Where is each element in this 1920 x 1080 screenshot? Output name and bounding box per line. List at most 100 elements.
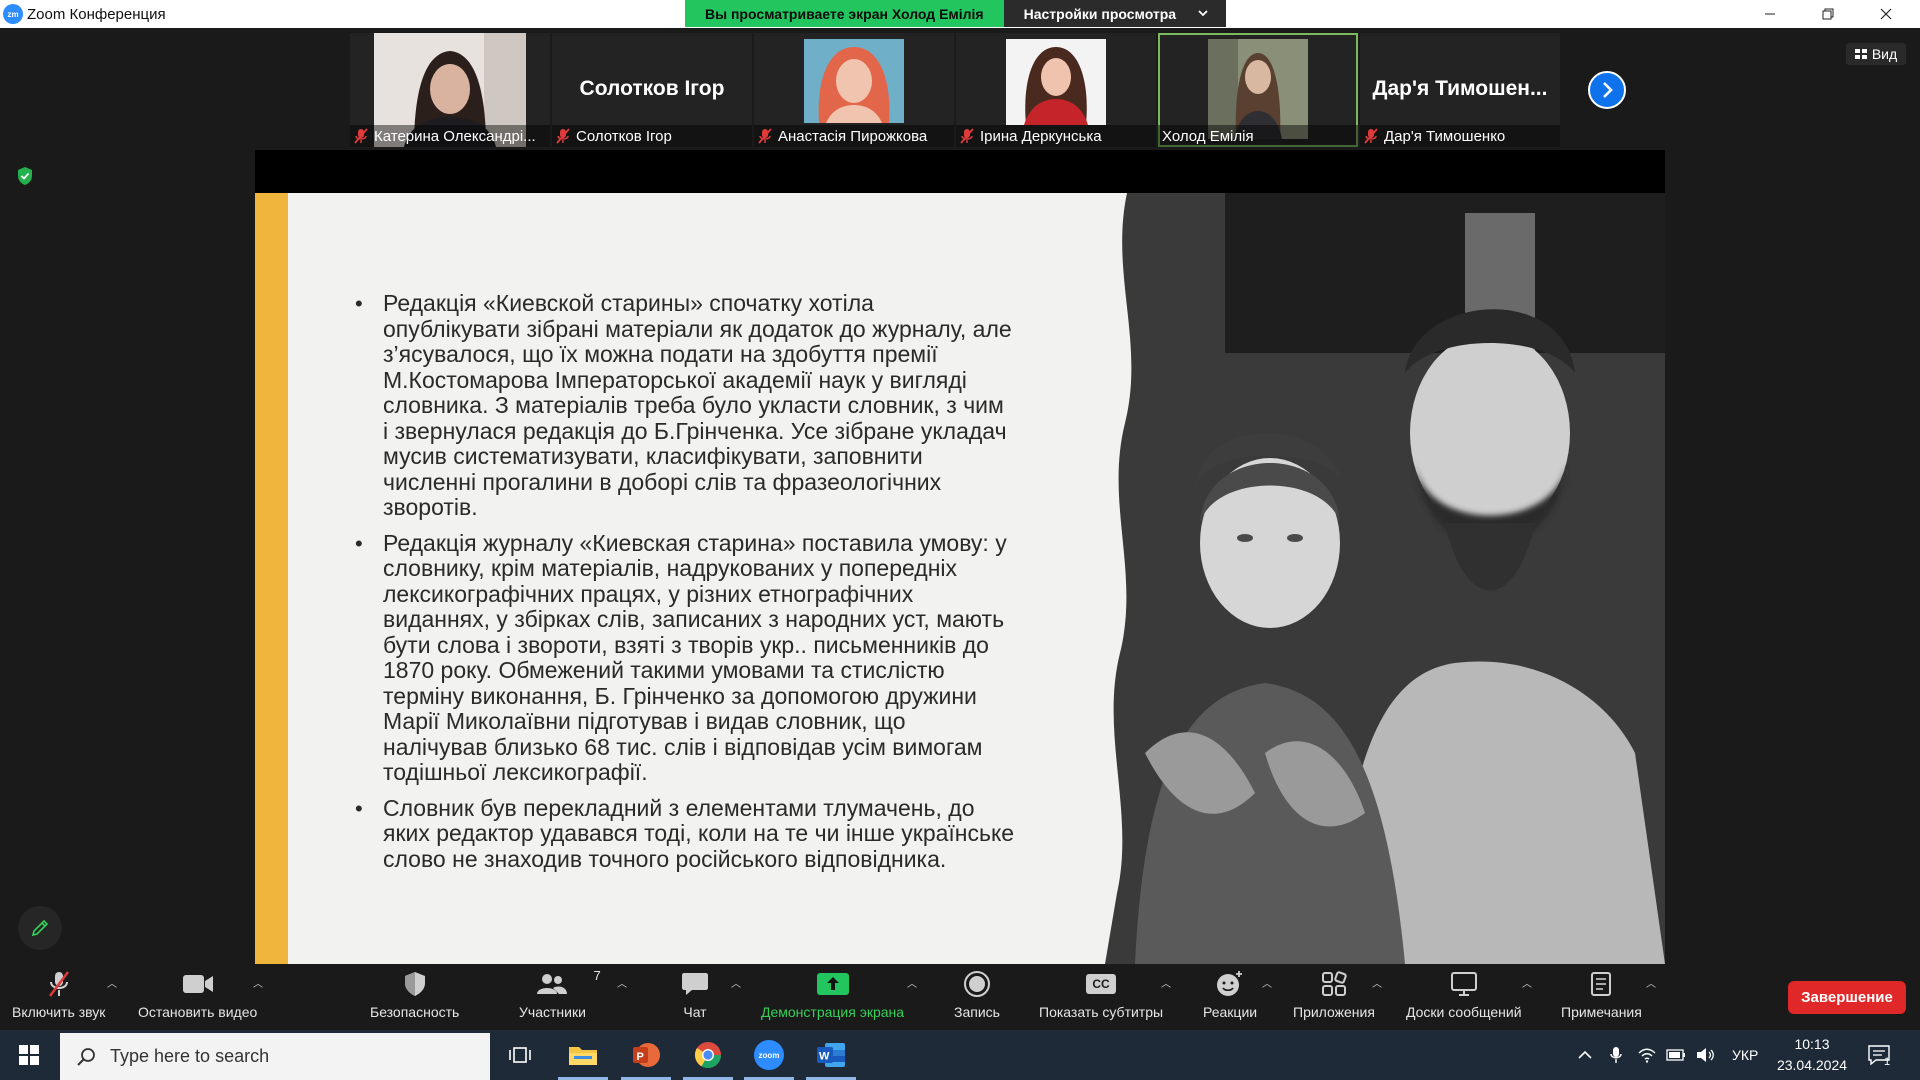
participants-label: Участники	[519, 1004, 586, 1020]
participant-display-name: Дар'я Тимошен...	[1372, 77, 1548, 100]
close-button[interactable]	[1864, 2, 1908, 26]
security-button[interactable]: Безопасность	[370, 964, 459, 1030]
powerpoint-app[interactable]: P	[617, 1030, 675, 1080]
view-settings-button[interactable]: Настройки просмотра	[1003, 0, 1227, 27]
audio-options-caret[interactable]: ︿	[107, 975, 117, 990]
participant-tile[interactable]: Ірина Деркунська	[956, 33, 1156, 147]
annotate-button[interactable]	[18, 906, 62, 950]
share-screen-button[interactable]: Демонстрация экрана	[761, 964, 904, 1030]
record-button[interactable]: Запись	[954, 964, 1000, 1030]
apps-label: Приложения	[1293, 1004, 1375, 1020]
pencil-icon	[31, 919, 49, 937]
share-screen-icon	[816, 973, 849, 995]
slide-bullet: Редакція журналу «Киевская старина» пост…	[355, 530, 1015, 786]
volume-tray-icon[interactable]	[1696, 1030, 1716, 1080]
mic-muted-icon	[1364, 128, 1378, 144]
participant-tile[interactable]: Дар'я Тимошен... Дар'я Тимошенко	[1360, 33, 1560, 147]
taskbar-clock[interactable]: 10:13 23.04.2024	[1772, 1034, 1852, 1076]
reactions-options-caret[interactable]: ︿	[1262, 975, 1272, 990]
participant-tile[interactable]: Анастасія Пирожкова	[754, 33, 954, 147]
apps-options-caret[interactable]: ︿	[1372, 975, 1382, 990]
search-placeholder: Type here to search	[110, 1046, 270, 1066]
mic-muted-icon	[758, 128, 772, 144]
view-button[interactable]: Вид	[1846, 43, 1906, 65]
input-language-button[interactable]: УКР	[1732, 1030, 1758, 1080]
taskbar-search-input[interactable]: Type here to search	[60, 1033, 490, 1080]
video-camera-icon	[182, 975, 213, 993]
participant-tile[interactable]: Солотков Ігор Солотков Ігор	[552, 33, 752, 147]
word-icon: W	[817, 1043, 845, 1067]
notification-center-button[interactable]: 1	[1868, 1030, 1890, 1080]
stop-video-button[interactable]: Остановить видео	[138, 964, 257, 1030]
svg-text:P: P	[637, 1051, 644, 1063]
record-label: Запись	[954, 1004, 1000, 1020]
notes-options-caret[interactable]: ︿	[1646, 975, 1656, 990]
participant-name: Дар'я Тимошенко	[1384, 127, 1506, 145]
encryption-shield-icon[interactable]	[16, 166, 34, 186]
participant-avatar	[804, 39, 904, 123]
apps-button[interactable]: Приложения	[1293, 964, 1375, 1030]
end-meeting-button[interactable]: Завершение	[1788, 981, 1906, 1014]
video-options-caret[interactable]: ︿	[253, 975, 263, 990]
closed-captions-icon: CC	[1086, 974, 1116, 994]
whiteboard-icon	[1450, 972, 1477, 996]
powerpoint-icon: P	[633, 1043, 660, 1067]
start-button[interactable]	[0, 1030, 58, 1080]
gallery-next-button[interactable]	[1588, 71, 1626, 109]
slide-accent-bar	[255, 193, 288, 964]
zoom-app[interactable]: zoom	[740, 1030, 798, 1080]
unmute-label: Включить звук	[12, 1004, 106, 1020]
whiteboards-button[interactable]: Доски сообщений	[1406, 964, 1522, 1030]
slide-bullet: Редакція «Киевской старины» спочатку хот…	[355, 290, 1015, 521]
security-shield-icon	[404, 972, 425, 996]
notes-button[interactable]: Примечания	[1561, 964, 1642, 1030]
windows-taskbar: Type here to search P zoom W УКР 10:13 2…	[0, 1030, 1920, 1080]
battery-tray-icon[interactable]	[1666, 1030, 1686, 1080]
minimize-button[interactable]	[1748, 2, 1792, 26]
microphone-tray-icon[interactable]	[1610, 1030, 1622, 1080]
participant-tile[interactable]: Холод Емілія	[1158, 33, 1358, 147]
chat-button[interactable]: Чат	[681, 964, 709, 1030]
word-app[interactable]: W	[802, 1030, 860, 1080]
participant-name: Ірина Деркунська	[980, 127, 1102, 145]
chat-options-caret[interactable]: ︿	[731, 975, 741, 990]
task-view-button[interactable]	[491, 1030, 549, 1080]
speaker-icon	[1697, 1048, 1714, 1062]
reactions-label: Реакции	[1203, 1004, 1258, 1020]
unmute-button[interactable]: Включить звук	[12, 964, 105, 1030]
participant-name: Солотков Ігор	[576, 127, 672, 145]
window-title: Zoom Конференция	[27, 6, 166, 23]
participant-gallery: Катерина Олександрі... Солотков Ігор Сол…	[350, 33, 1560, 147]
participants-icon	[537, 974, 568, 994]
show-hidden-icons-button[interactable]	[1578, 1030, 1592, 1080]
captions-options-caret[interactable]: ︿	[1161, 975, 1171, 990]
show-captions-button[interactable]: CC Показать субтитры	[1039, 964, 1163, 1030]
network-tray-icon[interactable]	[1638, 1030, 1656, 1080]
whiteboards-options-caret[interactable]: ︿	[1522, 975, 1532, 990]
view-button-label: Вид	[1871, 46, 1898, 62]
slide-bullet: Словник був перекладний з елементами тлу…	[355, 795, 1015, 873]
participant-caption: Ірина Деркунська	[956, 125, 1156, 147]
view-settings-label: Настройки просмотра	[1023, 6, 1177, 22]
participant-name: Катерина Олександрі...	[374, 127, 536, 145]
participant-tile[interactable]: Катерина Олександрі...	[350, 33, 550, 147]
participants-button[interactable]: 7 Участники	[519, 964, 601, 1030]
close-icon	[1880, 8, 1892, 20]
minimize-icon	[1765, 13, 1775, 15]
participant-avatar	[1006, 39, 1106, 125]
restore-button[interactable]	[1806, 2, 1850, 26]
participant-display-name: Солотков Ігор	[579, 77, 725, 100]
presentation-slide: Редакція «Киевской старины» спочатку хот…	[255, 193, 1665, 964]
microphone-icon	[1610, 1047, 1622, 1063]
chrome-app[interactable]	[679, 1030, 737, 1080]
input-language-label: УКР	[1732, 1047, 1759, 1063]
file-explorer-app[interactable]	[554, 1030, 612, 1080]
participants-options-caret[interactable]: ︿	[617, 975, 627, 990]
whiteboards-label: Доски сообщений	[1406, 1004, 1522, 1020]
share-screen-label: Демонстрация экрана	[761, 1004, 905, 1020]
windows-logo-icon	[19, 1045, 39, 1065]
clock-time: 10:13	[1794, 1036, 1830, 1052]
reactions-button[interactable]: Реакции	[1203, 964, 1257, 1030]
share-options-caret[interactable]: ︿	[907, 975, 917, 990]
chevron-down-icon	[1198, 10, 1208, 17]
